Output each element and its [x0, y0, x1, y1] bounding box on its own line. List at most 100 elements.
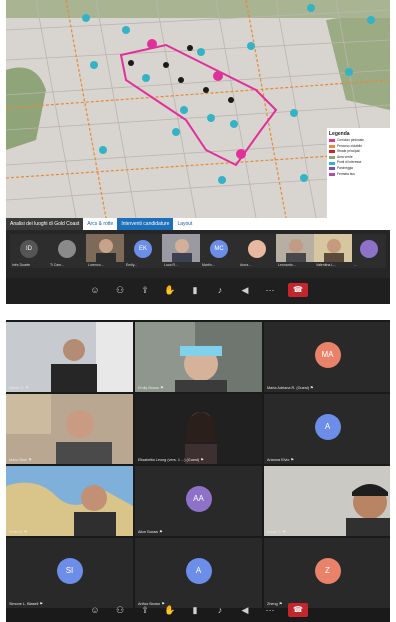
participant-name: Anna...: [240, 263, 252, 267]
legend-item: Area verde: [329, 155, 388, 160]
participant-name: Luca R...: [164, 263, 179, 267]
participant-strip: ID Inês Duarte Ti Cam... Lorenzo... EK E…: [6, 230, 390, 278]
mic-off-icon[interactable]: ♪: [213, 283, 227, 297]
tab-layout[interactable]: Layout: [173, 218, 196, 230]
raise-hand-icon[interactable]: ✋: [163, 283, 177, 297]
map-legend: Legenda Corridoio pedonale Percorso cicl…: [327, 128, 390, 218]
avatar: Z: [314, 558, 341, 584]
participant-video: [135, 394, 262, 464]
avatar: [360, 240, 378, 258]
participant-video: [314, 234, 354, 262]
share-icon[interactable]: ⇪: [138, 283, 152, 297]
participant-tile[interactable]: A Arthur Brown ⚑: [135, 538, 262, 608]
participant-tile[interactable]: MA Maria Adriana R. (Guest) ⚑: [264, 322, 390, 392]
participant-tile[interactable]: AA Alice Buraw ⚑: [135, 466, 262, 536]
participant-tile[interactable]: A Arianna Elvio ⚑: [264, 394, 390, 464]
participant-name: Lorenzo...: [88, 263, 104, 267]
chat-icon[interactable]: ☺: [88, 603, 102, 617]
speaker-icon[interactable]: ◀: [238, 283, 252, 297]
more-icon[interactable]: ⋯: [263, 603, 277, 617]
call-controls: ☺ ⚇ ⇪ ✋ ▮ ♪ ◀ ⋯ ☎: [6, 600, 390, 620]
participant-tile[interactable]: Mario Blau ⚑: [6, 394, 133, 464]
participant-tile[interactable]: Peter B. ⚑: [6, 466, 133, 536]
participant-tile[interactable]: Martin C. ⚑: [6, 322, 133, 392]
hang-up-button[interactable]: ☎: [288, 283, 308, 297]
participant-tile[interactable]: EK Emily...: [124, 234, 164, 268]
participant-name: Inês Duarte: [12, 263, 31, 267]
participant-name: Leonardo...: [278, 263, 296, 267]
participant-name: Arturo T. ⚑: [267, 530, 286, 534]
avatar: A: [314, 414, 341, 440]
legend-title: Legenda: [329, 131, 350, 137]
participants-icon[interactable]: ⚇: [113, 603, 127, 617]
participant-tile[interactable]: Emily Brown ⚑: [135, 322, 262, 392]
participant-video: [135, 322, 262, 392]
legend-item: Corridoio pedonale: [329, 138, 388, 143]
chat-icon[interactable]: ☺: [88, 283, 102, 297]
participant-name: Emily Brown ⚑: [138, 386, 164, 390]
participant-tile[interactable]: Leonardo...: [276, 234, 316, 268]
participant-video: [6, 466, 133, 536]
participant-name: Elisabetta Leong (vers. 1 ...) (Guest) ⚑: [138, 458, 204, 462]
participants-icon[interactable]: ⚇: [113, 283, 127, 297]
speaker-icon[interactable]: ◀: [238, 603, 252, 617]
legend-item: Parcheggio: [329, 166, 388, 171]
participant-video: [6, 394, 133, 464]
more-icon[interactable]: ⋯: [263, 283, 277, 297]
avatar: ID: [20, 240, 38, 258]
participant-name: Martin...: [202, 263, 215, 267]
participant-tile[interactable]: SI Simone L. Blasell ⚑: [6, 538, 133, 608]
hang-up-button[interactable]: ☎: [288, 603, 308, 617]
participant-tile[interactable]: Arturo T. ⚑: [264, 466, 390, 536]
participant-video: [264, 466, 390, 536]
legend-item: Percorso ciclabile: [329, 144, 388, 149]
participant-name: ...: [354, 263, 357, 267]
participant-video: [6, 322, 133, 392]
tab-analisi[interactable]: Analisi dei luoghi di Gold Coast: [6, 218, 84, 230]
mic-off-icon[interactable]: ♪: [213, 603, 227, 617]
share-icon[interactable]: ⇪: [138, 603, 152, 617]
participant-name: Ti Cam...: [50, 263, 65, 267]
raise-hand-icon[interactable]: ✋: [163, 603, 177, 617]
participant-tile[interactable]: Ti Cam...: [48, 234, 88, 268]
participant-name: Alice Buraw ⚑: [138, 530, 163, 534]
participant-name: Martin C. ⚑: [9, 386, 29, 390]
avatar: AA: [185, 486, 212, 512]
participant-name: Emily...: [126, 263, 138, 267]
participant-tile[interactable]: Z Zheng ⚑: [264, 538, 390, 608]
participant-tile[interactable]: MC Martin...: [200, 234, 240, 268]
participant-name: Valentina L...: [316, 263, 337, 267]
top-meeting-screenshot: Legenda Corridoio pedonale Percorso cicl…: [6, 0, 390, 304]
participant-name: Peter B. ⚑: [9, 530, 28, 534]
participant-name: Mario Blau ⚑: [9, 458, 32, 462]
gallery-meeting-screenshot: Martin C. ⚑ Emily Brown ⚑ MA Maria Adria…: [6, 320, 390, 622]
camera-icon[interactable]: ▮: [188, 603, 202, 617]
participant-name: Maria Adriana R. (Guest) ⚑: [267, 386, 314, 390]
participant-name: Arianna Elvio ⚑: [267, 458, 294, 462]
participant-video: [276, 234, 316, 262]
participant-tile[interactable]: Luca R...: [162, 234, 202, 268]
participant-tile[interactable]: Elisabetta Leong (vers. 1 ...) (Guest) ⚑: [135, 394, 262, 464]
avatar: MC: [210, 240, 228, 258]
legend-item: Strade principali: [329, 150, 388, 154]
camera-icon[interactable]: ▮: [188, 283, 202, 297]
participant-tile[interactable]: ...: [352, 234, 386, 268]
legend-item: Punti di interesse: [329, 161, 388, 165]
tab-arcs[interactable]: Arcs & rotte: [83, 218, 117, 230]
avatar: EK: [134, 240, 152, 258]
participant-tile[interactable]: Anna...: [238, 234, 278, 268]
participant-tile[interactable]: ID Inês Duarte: [10, 234, 50, 268]
avatar: MA: [314, 342, 341, 368]
participant-video: [162, 234, 202, 262]
map-tabs: Analisi dei luoghi di Gold Coast Arcs & …: [6, 218, 390, 230]
participant-tile[interactable]: Lorenzo...: [86, 234, 126, 268]
legend-item: Fermata bus: [329, 172, 388, 177]
call-controls: ☺ ⚇ ⇪ ✋ ▮ ♪ ◀ ⋯ ☎: [6, 280, 390, 300]
avatar: SI: [56, 558, 83, 584]
avatar: A: [185, 558, 212, 584]
participant-tile[interactable]: Valentina L...: [314, 234, 354, 268]
avatar: [248, 240, 266, 258]
participant-video: [86, 234, 126, 262]
avatar: [58, 240, 76, 258]
tab-interventi[interactable]: Interventi candidature: [117, 218, 174, 230]
